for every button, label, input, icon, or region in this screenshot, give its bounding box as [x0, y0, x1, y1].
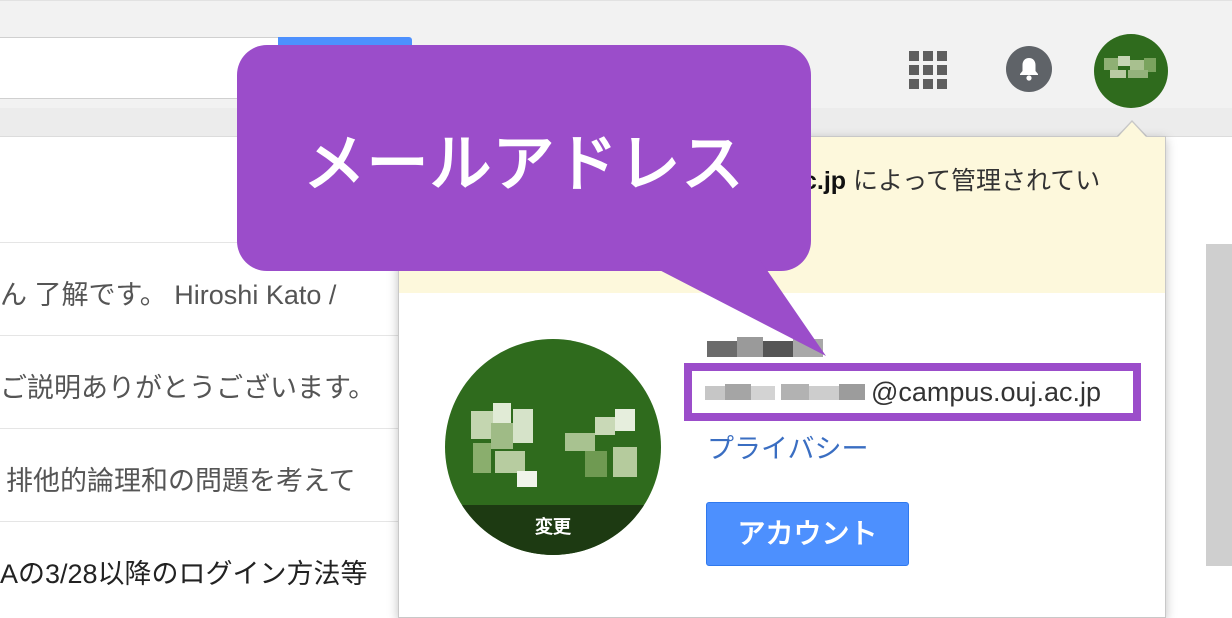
- mail-snippet: Aの3/28以降のログイン方法等: [0, 559, 368, 589]
- email-domain: @campus.ouj.ac.jp: [871, 376, 1102, 407]
- mail-snippet: ん 了解です。 Hiroshi Kato /: [0, 280, 337, 310]
- profile-avatar[interactable]: 変更: [445, 339, 661, 555]
- change-photo-button[interactable]: 変更: [445, 505, 661, 555]
- callout-pointer: [640, 260, 826, 356]
- account-button[interactable]: アカウント: [706, 502, 909, 566]
- email-local-part-blurred: [705, 380, 869, 404]
- list-item[interactable]: 排他的論理和の問題を考えて: [0, 428, 400, 521]
- notifications-bell-icon[interactable]: [1006, 46, 1052, 92]
- mail-snippet: ご説明ありがとうございます。: [0, 373, 376, 403]
- account-avatar-button[interactable]: [1094, 34, 1168, 108]
- notice-rest: によって管理されてい: [846, 167, 1101, 195]
- account-email: @campus.ouj.ac.jp: [705, 375, 1101, 409]
- apps-grid-icon[interactable]: [909, 51, 947, 89]
- annotation-callout: メールアドレス: [237, 45, 811, 271]
- popup-arrow-fill: [1118, 122, 1146, 137]
- list-item[interactable]: Aの3/28以降のログイン方法等: [0, 521, 400, 614]
- callout-label: メールアドレス: [303, 130, 745, 199]
- scrollbar[interactable]: [1206, 244, 1232, 566]
- mail-list: ん 了解です。 Hiroshi Kato / ご説明ありがとうございます。 排他…: [0, 242, 400, 614]
- privacy-link[interactable]: プライバシー: [707, 427, 868, 466]
- list-item[interactable]: ご説明ありがとうございます。: [0, 335, 400, 428]
- notice-text: c.jp によって管理されてい: [803, 161, 1100, 197]
- mail-snippet: 排他的論理和の問題を考えて: [6, 466, 356, 496]
